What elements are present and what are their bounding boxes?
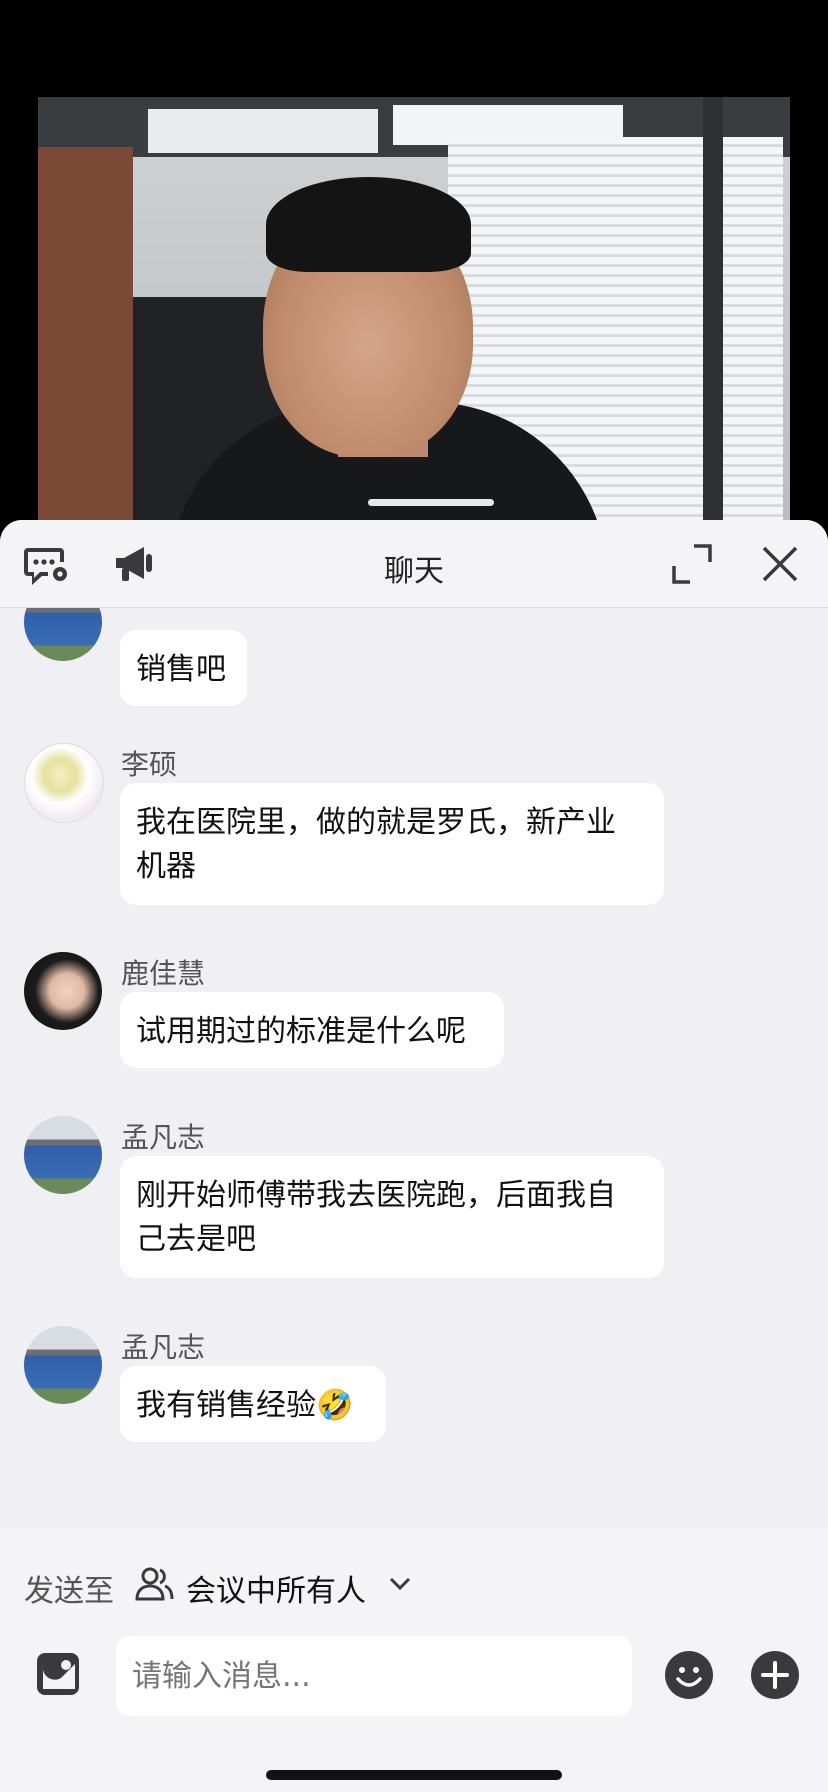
composer: 发送至 会议中所有人: [0, 1528, 828, 1792]
message-input[interactable]: [116, 1636, 632, 1716]
avatar[interactable]: [24, 952, 102, 1030]
message-bubble: 我有销售经验🤣: [120, 1366, 386, 1442]
video-pillar: [703, 97, 723, 522]
avatar[interactable]: [24, 608, 102, 661]
video-feed[interactable]: [38, 97, 790, 522]
message-bubble: 我在医院里，做的就是罗氏，新产业 机器: [120, 783, 664, 905]
participant-hair: [266, 177, 471, 272]
avatar[interactable]: [24, 743, 104, 823]
send-to-target[interactable]: 会议中所有人: [186, 1566, 366, 1610]
close-icon[interactable]: [756, 540, 804, 588]
avatar[interactable]: [24, 1326, 102, 1404]
avatar[interactable]: [24, 1116, 102, 1194]
expand-icon[interactable]: [668, 540, 716, 588]
sender-name: 孟凡志: [121, 1121, 206, 1154]
sheet-grab-handle[interactable]: [368, 499, 494, 506]
message-list[interactable]: 销售吧 李硕 我在医院里，做的就是罗氏，新产业 机器 鹿佳慧 试用期过的标准是什…: [0, 608, 828, 1528]
message-bubble: 试用期过的标准是什么呢: [120, 992, 504, 1068]
chevron-down-icon[interactable]: [388, 1574, 412, 1594]
sender-name: 李硕: [121, 748, 178, 781]
video-door: [38, 147, 133, 522]
emoji-icon[interactable]: [664, 1650, 714, 1700]
message-bubble: 刚开始师傅带我去医院跑，后面我自 己去是吧: [120, 1156, 664, 1278]
plus-icon[interactable]: [750, 1650, 800, 1700]
sender-name: 孟凡志: [121, 1331, 206, 1364]
send-to-label: 发送至: [24, 1574, 114, 1609]
video-window-panel: [148, 109, 378, 153]
chat-header: 聊天: [0, 520, 828, 608]
home-indicator[interactable]: [266, 1770, 562, 1780]
sender-name: 鹿佳慧: [121, 957, 206, 990]
chat-sheet: 聊天 销售吧 李硕 我在医院里，做的就是罗氏，新产业 机器 鹿佳慧 试用期过的标…: [0, 520, 828, 1792]
message-bubble: 销售吧: [120, 630, 247, 706]
image-icon[interactable]: [34, 1650, 82, 1698]
participants-icon[interactable]: [134, 1566, 174, 1602]
